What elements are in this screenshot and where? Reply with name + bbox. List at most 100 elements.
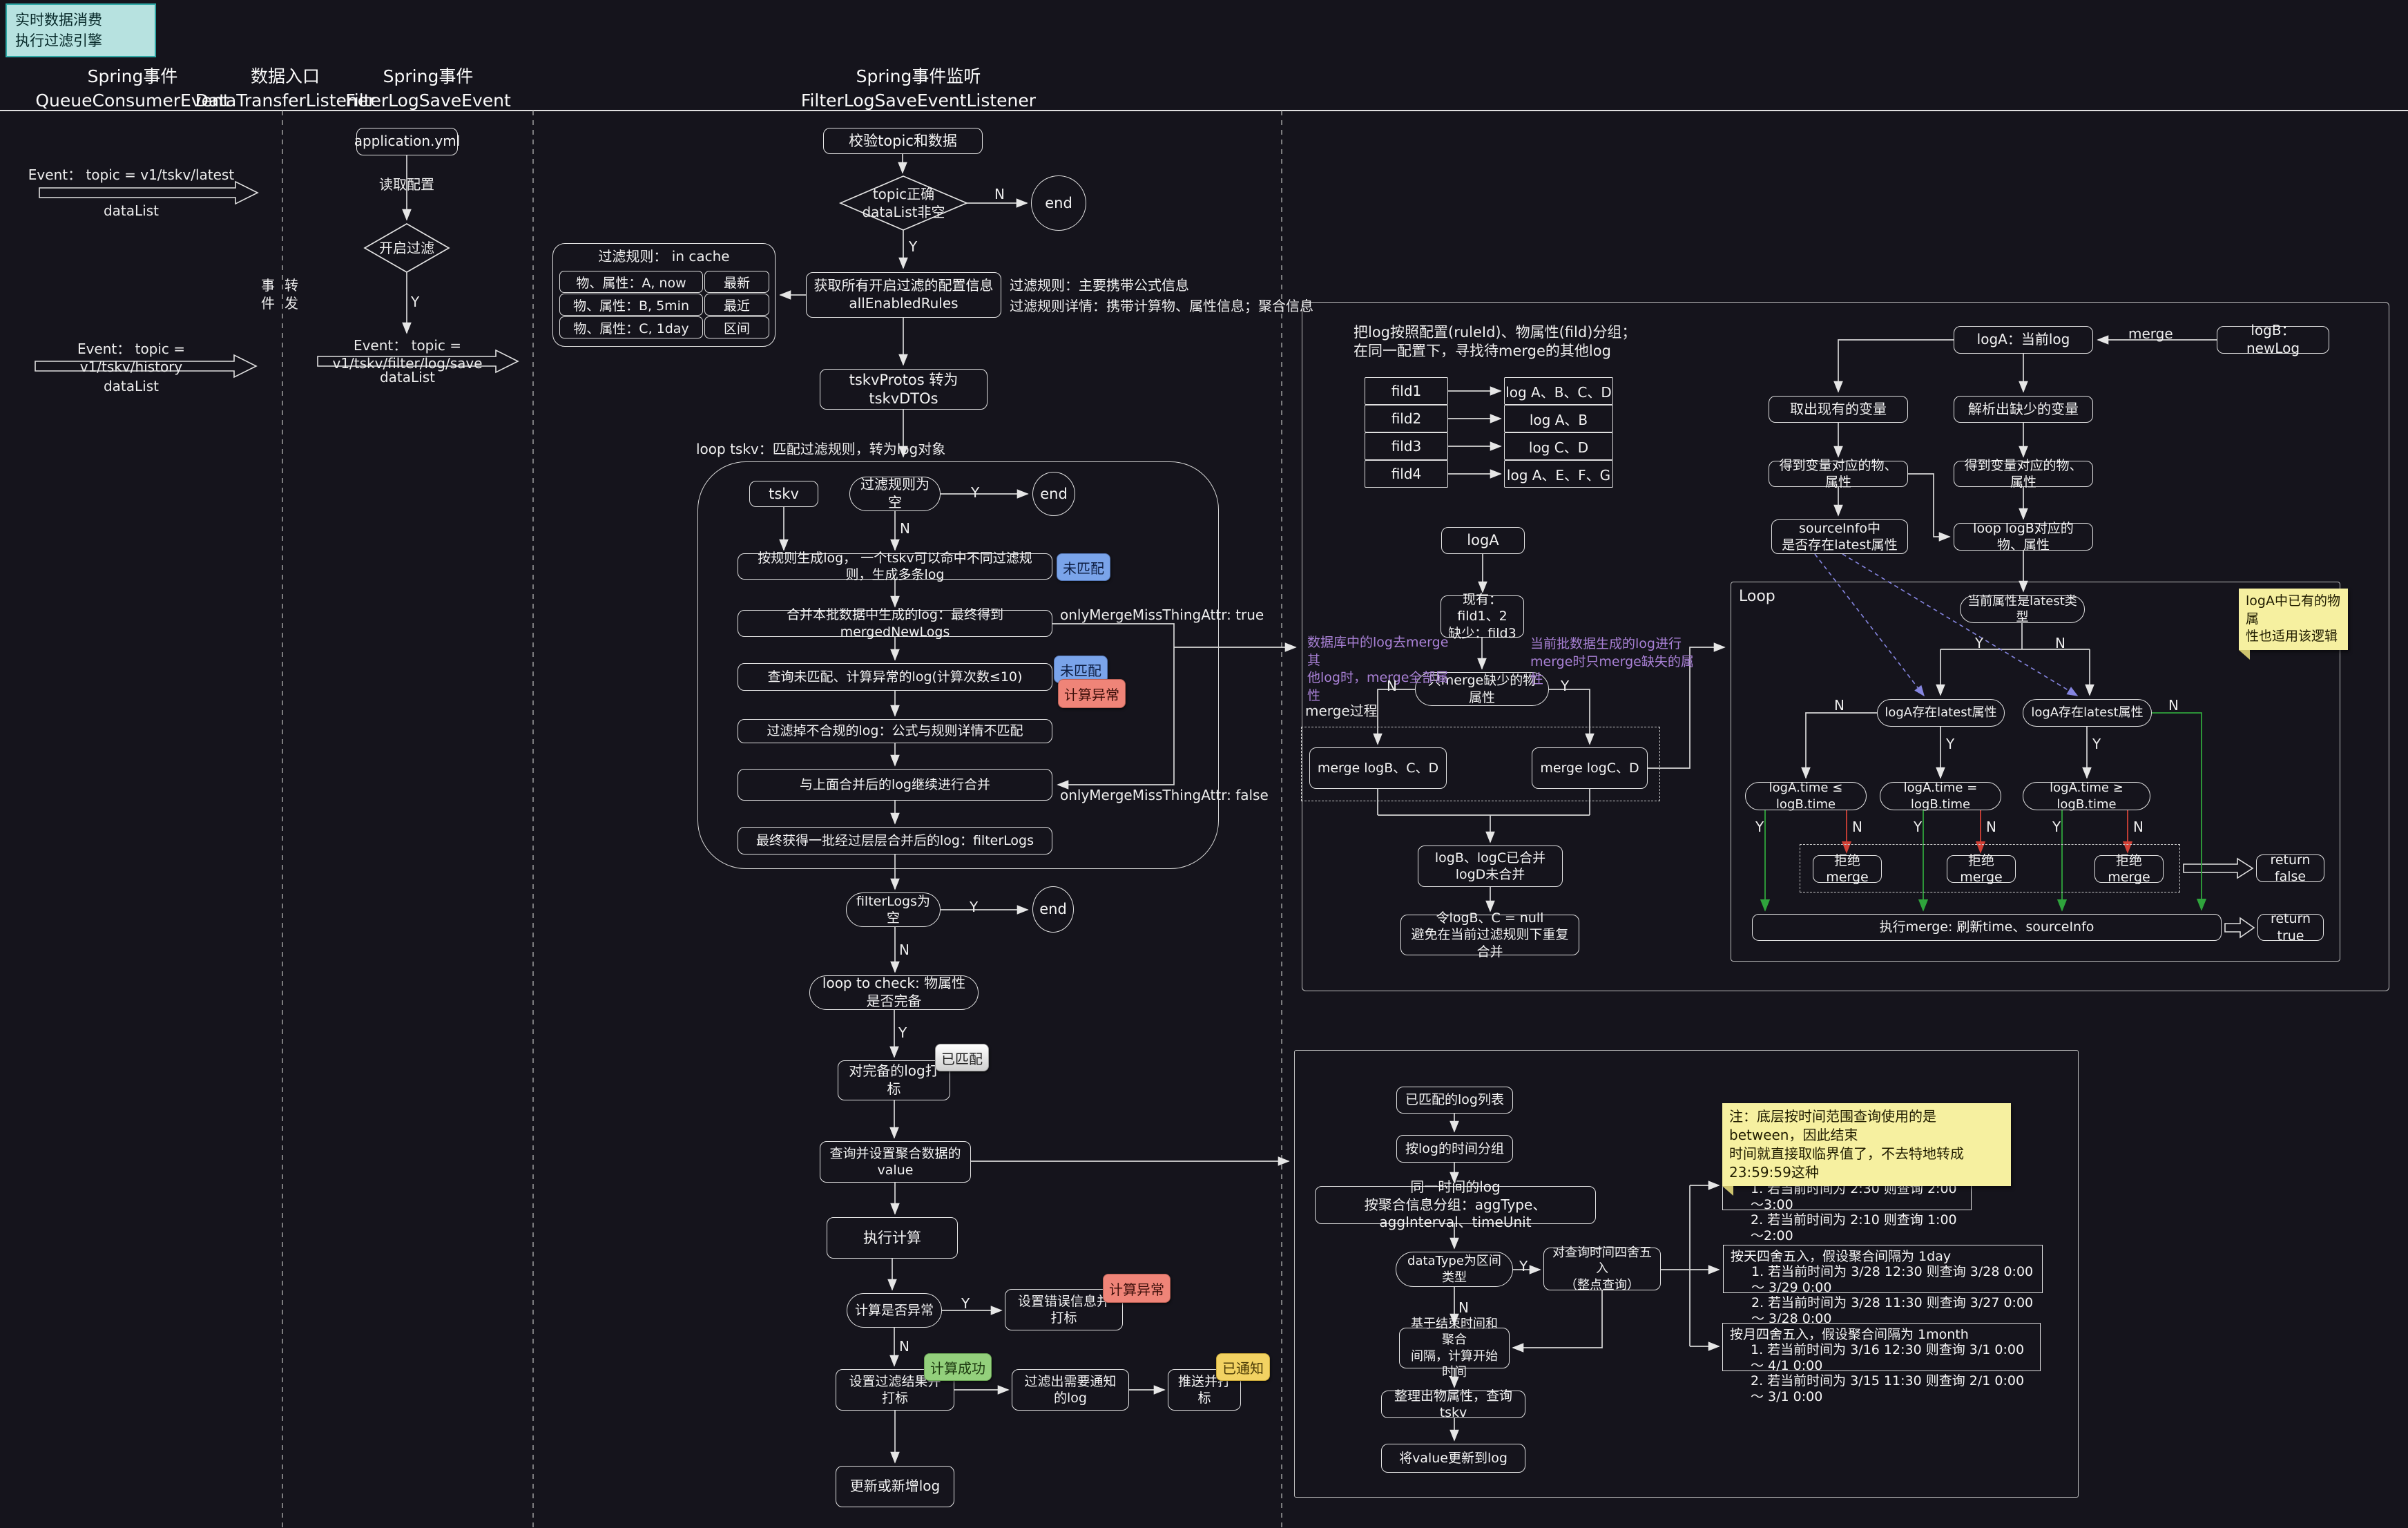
calc-error-badge-2: 计算异常 <box>1103 1274 1171 1303</box>
loga-has-latest-left: logA存在latest属性 <box>1877 699 2005 727</box>
yes-label-datatype: Y <box>1519 1257 1528 1275</box>
exist-missing-node: 现有：fild1、2 缺少：fild3 <box>1441 595 1524 638</box>
only-merge-false-label: onlyMergeMissThingAttr: false <box>1060 786 1302 804</box>
fild-row-name: fild2 <box>1365 405 1448 432</box>
set-agg-value-node: 查询并设置聚合数据的value <box>820 1141 971 1183</box>
yes-label-open-filter: Y <box>411 293 419 311</box>
yes-label-cur-latest: Y <box>1975 634 1983 652</box>
fild-row-logs: log C、D <box>1504 432 1613 460</box>
sort-query-node: 整理出物属性，查询tskv <box>1381 1391 1525 1418</box>
yes-label-filterlogs: Y <box>970 898 978 916</box>
time-eq-check: logA.time = logB.time <box>1880 782 2001 810</box>
reject-merge-node-1: 拒绝merge <box>1813 855 1882 883</box>
yes-label-t1: Y <box>1755 818 1764 836</box>
get-attr-left-node: 得到变量对应的物、属性 <box>1769 461 1908 487</box>
cache-row-tag: 最近 <box>704 294 769 316</box>
fild-row-logs: log A、B <box>1504 405 1613 432</box>
end-node-2: end <box>1032 472 1075 516</box>
rule-info-annotation: 过滤规则：主要携带公式信息 <box>1010 276 1327 294</box>
fild-row-name: fild1 <box>1365 377 1448 405</box>
filter-notify-node: 过滤出需要通知的log <box>1012 1369 1129 1411</box>
update-log-node: 更新或新增log <box>836 1466 954 1507</box>
no-label-rules-empty: N <box>900 519 910 537</box>
get-attr-right-node: 得到变量对应的物、属性 <box>1954 461 2093 487</box>
same-time-node: 同一时间的log 按聚合信息分组：aggType、 aggInterval、ti… <box>1315 1186 1596 1224</box>
calc-error-check: 计算是否异常 <box>847 1293 942 1328</box>
run-calc-node: 执行计算 <box>827 1217 958 1259</box>
fild-row-name: fild3 <box>1365 432 1448 460</box>
cache-rules-title: 过滤规则： in cache <box>559 247 769 265</box>
topic-ok-diamond-text: topic正确 dataList非空 <box>840 185 967 221</box>
fild-row-logs: log A、B、C、D <box>1504 377 1613 405</box>
yes-label-loop-check: Y <box>898 1024 907 1042</box>
application-yml-node: application.yml <box>356 128 458 155</box>
loga-current-node: logA：当前log <box>1954 326 2093 354</box>
return-true-node: return true <box>2257 914 2324 941</box>
no-label-t3: N <box>2133 818 2144 836</box>
cache-row-attr: 物、属性：C, 1day <box>559 316 703 338</box>
cur-latest-check: 当前属性是latest类型 <box>1960 595 2085 623</box>
example-line: 1. 若当前时间为 3/16 12:30 则查询 3/1 0:00 ～ 4/1 … <box>1730 1342 2033 1373</box>
yes-label-calc-error: Y <box>961 1295 970 1312</box>
notified-badge: 已通知 <box>1216 1353 1270 1381</box>
loop-check-node: loop to check: 物属性是否完备 <box>809 975 979 1010</box>
time-ge-check: logA.time ≥ logB.time <box>2023 782 2150 810</box>
between-sticky-note: 注：底层按时间范围查询使用的是between，因此结束 时间就直接取临界值了，不… <box>1722 1103 2011 1186</box>
forward-label-event: 事 件 <box>261 276 275 312</box>
cache-row-attr: 物、属性：A, now <box>559 271 703 293</box>
no-label-only-missing: N <box>1387 677 1397 695</box>
read-config-label: 读取配置 <box>365 175 448 193</box>
title-badge: 实时数据消费 执行过滤引擎 <box>6 3 156 57</box>
datalist-label-3: dataList <box>317 368 498 386</box>
get-rules-node: 获取所有开启过滤的配置信息 allEnabledRules <box>806 272 1001 318</box>
rule-detail-annotation: 过滤规则详情：携带计算物、属性信息；聚合信息 <box>1010 297 1369 315</box>
datatype-range-check: dataType为区间类型 <box>1396 1252 1513 1287</box>
tskv-node: tskv <box>749 481 818 507</box>
loga-node: logA <box>1441 527 1525 554</box>
yes-label-only-missing: Y <box>1561 677 1569 695</box>
mark-complete-node: 对完备的log打标 <box>838 1060 950 1100</box>
no-label-has-latest-right: N <box>2168 696 2179 714</box>
example-title: 按月四舍五入，假设聚合间隔为 1month <box>1730 1327 2033 1342</box>
set-null-node: 令logB、C = null 避免在当前过滤规则下重复合并 <box>1400 915 1579 955</box>
loga-has-latest-right: logA存在latest属性 <box>2023 699 2152 727</box>
lane-header-filter-log-save: Spring事件 FilterLogSaveEvent <box>325 64 532 113</box>
no-label-topic: N <box>994 185 1005 203</box>
example-day-box: 按天四舍五入，假设聚合间隔为 1day 1. 若当前时间为 3/28 12:30… <box>1723 1245 2043 1293</box>
group-by-time-node: 按log的时间分组 <box>1396 1135 1513 1163</box>
check-topic-node: 校验topic和数据 <box>823 128 983 154</box>
group-text-annotation: 把log按照配置(ruleId)、物属性(fild)分组； 在同一配置下，寻找待… <box>1354 323 1795 361</box>
rules-empty-check: 过滤规则为空 <box>849 477 941 511</box>
merged-state-node: logB、logC已合并 logD未合并 <box>1418 846 1563 887</box>
fild-row-logs: log A、E、F、G <box>1504 460 1613 488</box>
calc-error-badge-1: 计算异常 <box>1058 679 1126 708</box>
no-label-calc-error: N <box>899 1337 909 1355</box>
no-label-t1: N <box>1852 818 1862 836</box>
query-unmatched-node: 查询未匹配、计算异常的log(计算次数≤10) <box>738 663 1052 691</box>
filterlogs-empty-check: filterLogs为空 <box>846 892 941 927</box>
merge-bcd-node: merge logB、C、D <box>1309 747 1447 789</box>
batch-merge-annotation: 当前批数据生成的log进行 merge时只merge缺失的属性 <box>1530 636 1699 689</box>
fild-row-name: fild4 <box>1365 460 1448 488</box>
merge-cd-node: merge logC、D <box>1532 747 1648 789</box>
event-save-label: Event： topic = v1/tskv/filter/log/save <box>317 336 498 372</box>
no-label-has-latest-left: N <box>1834 696 1844 714</box>
gen-log-node: 按规则生成log， 一个tskv可以命中不同过滤规则，生成多条log <box>738 553 1052 580</box>
loop-sticky-note: logA中已有的物属 性也适用该逻辑 <box>2239 589 2348 650</box>
yes-label-rules-empty: Y <box>971 484 979 502</box>
example-line: 1. 若当前时间为 2:30 则查询 2:00～3:00 <box>1730 1181 1964 1212</box>
yes-label-has-latest-left: Y <box>1946 735 1954 753</box>
final-logs-node: 最终获得一批经过层层合并后的log：filterLogs <box>738 827 1052 854</box>
cache-row-tag: 最新 <box>704 271 769 293</box>
end-node-3: end <box>1032 886 1074 933</box>
example-line: 2. 若当前时间为 3/15 11:30 则查询 2/1 0:00 ～ 3/1 … <box>1730 1373 2033 1404</box>
loop-label: Loop <box>1739 587 1775 607</box>
calc-ok-badge: 计算成功 <box>924 1353 992 1381</box>
example-title: 按天四舍五入，假设聚合间隔为 1day <box>1731 1249 2035 1264</box>
cache-row-attr: 物、属性：B, 5min <box>559 294 703 316</box>
no-label-cur-latest: N <box>2055 634 2065 652</box>
cache-row-tag: 区间 <box>704 316 769 338</box>
diagram-canvas: 实时数据消费 执行过滤引擎 Spring事件 QueueConsumerEven… <box>0 0 2408 1528</box>
no-label-t2: N <box>1986 818 1996 836</box>
forward-label-fawd: 转 发 <box>285 276 298 312</box>
